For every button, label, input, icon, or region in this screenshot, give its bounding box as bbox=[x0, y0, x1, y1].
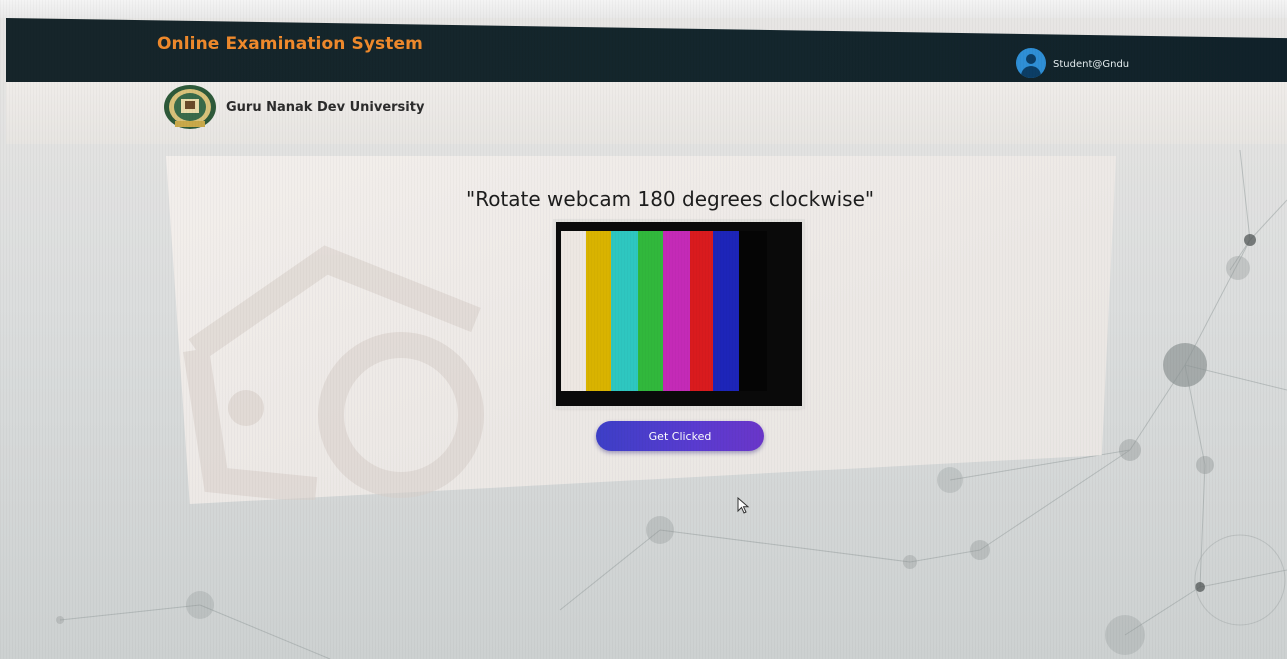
mouse-pointer-icon bbox=[737, 497, 750, 514]
color-bar bbox=[738, 231, 768, 391]
get-clicked-button[interactable]: Get Clicked bbox=[596, 421, 764, 451]
color-bar bbox=[638, 231, 664, 391]
webcam-preview bbox=[556, 222, 802, 406]
color-bar bbox=[561, 231, 586, 391]
color-bar bbox=[663, 231, 691, 391]
university-name: Guru Nanak Dev University bbox=[226, 100, 425, 115]
username-label[interactable]: Student@Gndu bbox=[1053, 59, 1129, 70]
color-bar bbox=[713, 231, 739, 391]
monitor-edge bbox=[0, 0, 1287, 18]
user-avatar-icon[interactable] bbox=[1016, 48, 1046, 78]
avatar-head bbox=[1026, 54, 1036, 64]
color-bar bbox=[690, 231, 714, 391]
app-title: Online Examination System bbox=[157, 34, 423, 54]
color-bar bbox=[611, 231, 639, 391]
avatar-body bbox=[1021, 66, 1041, 78]
webcam-watermark-icon bbox=[183, 245, 484, 500]
color-bars bbox=[561, 231, 768, 391]
instruction-text: "Rotate webcam 180 degrees clockwise" bbox=[466, 187, 875, 211]
university-logo bbox=[164, 85, 216, 129]
color-bar bbox=[585, 231, 612, 391]
